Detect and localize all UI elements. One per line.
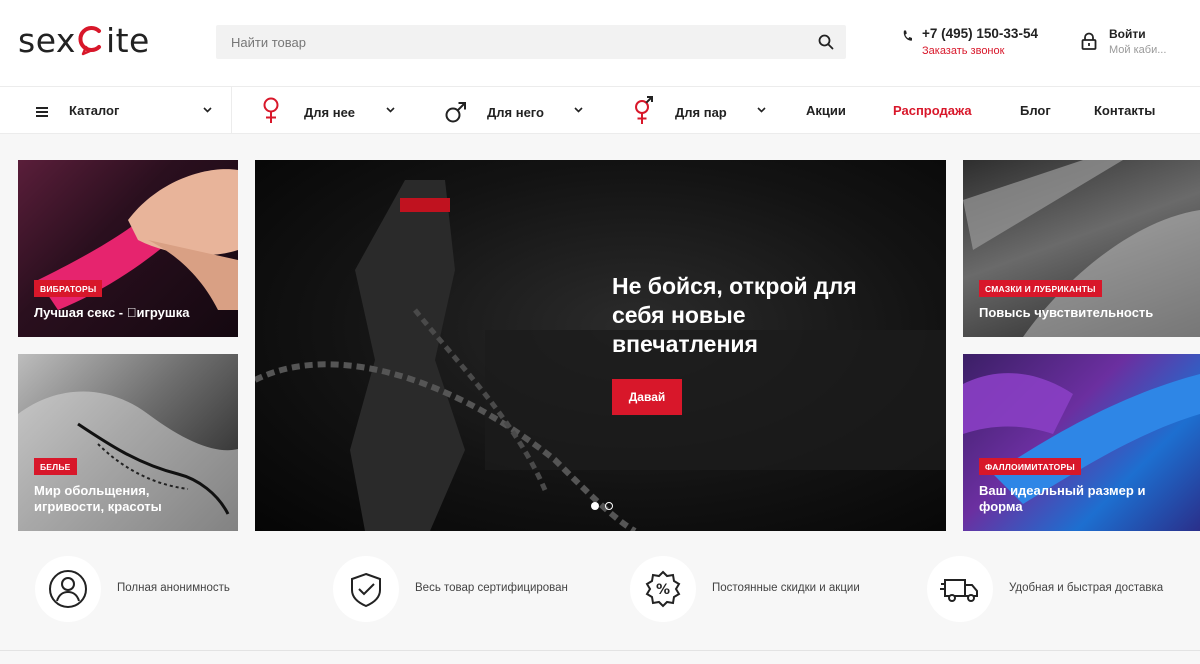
account-link[interactable]: Мой каби... xyxy=(1109,44,1166,56)
category-badge: Вибраторы xyxy=(34,280,103,297)
search-bar xyxy=(216,25,846,59)
nav-link-blog[interactable]: Блог xyxy=(1020,103,1051,118)
search-input[interactable] xyxy=(216,25,806,59)
slider-dot-active[interactable] xyxy=(591,502,599,510)
user-icon xyxy=(35,556,101,622)
hero-title: Не бойся, открой для себя новые впечатле… xyxy=(612,273,857,357)
nav-link-sale[interactable]: Распродажа xyxy=(893,103,972,118)
female-symbol-icon xyxy=(262,97,280,130)
nav-item-for-her[interactable]: Для нее xyxy=(258,87,408,133)
category-tile-dildos[interactable]: Фаллоимитаторы Ваш идеальный размер и фо… xyxy=(963,354,1200,531)
divider xyxy=(0,650,1200,651)
nav-item-for-couples[interactable]: Для пар xyxy=(630,87,775,133)
feature-text: Весь товар сертифицирован xyxy=(415,582,568,594)
lock-icon xyxy=(1080,32,1098,50)
login-link[interactable]: Войти xyxy=(1109,27,1146,41)
couple-symbol-icon xyxy=(632,96,656,131)
chevron-down-icon xyxy=(386,107,395,113)
chevron-down-icon xyxy=(203,107,212,113)
nav-label-for-her: Для нее xyxy=(304,105,356,120)
tile-caption: Лучшая секс -  игрушка xyxy=(34,305,190,320)
tile-caption: Повысь чувствительность xyxy=(979,305,1154,320)
category-badge: Смазки и лубриканты xyxy=(979,280,1102,297)
chevron-down-icon xyxy=(574,107,583,113)
phone-icon xyxy=(902,29,912,41)
catalog-menu-button[interactable]: Каталог xyxy=(0,87,232,133)
search-icon[interactable] xyxy=(818,34,834,50)
nav-item-for-him[interactable]: Для него xyxy=(440,87,590,133)
category-badge: Фаллоимитаторы xyxy=(979,458,1081,475)
site-header: sex ite +7 (495) 150-33-54 Заказать звон… xyxy=(0,0,1200,86)
percent-badge-icon: % xyxy=(630,556,696,622)
logo-c-mark-icon xyxy=(77,25,105,56)
category-tile-vibrators[interactable]: Вибраторы Лучшая секс -  игрушка xyxy=(18,160,238,337)
slider-dots xyxy=(591,502,621,512)
hero-cta-button[interactable]: Давай xyxy=(612,379,682,415)
callback-link[interactable]: Заказать звонок xyxy=(922,45,1004,57)
nav-link-contacts[interactable]: Контакты xyxy=(1094,103,1155,118)
features-strip: Полная анонимность Весь товар сертифицир… xyxy=(0,548,1200,632)
tile-caption: Ваш идеальный размер и форма xyxy=(979,483,1146,514)
tile-caption: Мир обольщения, игривости, красоты xyxy=(34,483,162,514)
male-symbol-icon xyxy=(444,100,468,129)
feature-text: Постоянные скидки и акции xyxy=(712,582,860,594)
category-badge: Белье xyxy=(34,458,77,475)
logo[interactable]: sex ite xyxy=(18,18,150,62)
shield-check-icon xyxy=(333,556,399,622)
category-tile-lingerie[interactable]: Белье Мир обольщения, игривости, красоты xyxy=(18,354,238,531)
chevron-down-icon xyxy=(757,107,766,113)
catalog-label: Каталог xyxy=(69,103,120,118)
category-tile-lubricants[interactable]: Смазки и лубриканты Повысь чувствительно… xyxy=(963,160,1200,337)
main-nav: Каталог Для нее Для него Для пар Акции Р… xyxy=(0,86,1200,134)
feature-text: Удобная и быстрая доставка xyxy=(1009,582,1164,594)
svg-text:%: % xyxy=(656,582,670,598)
nav-label-for-him: Для него xyxy=(487,105,544,120)
logo-text-prefix: sex xyxy=(18,20,76,60)
nav-label-for-couples: Для пар xyxy=(675,105,727,120)
nav-link-promo[interactable]: Акции xyxy=(806,103,846,118)
hero-slider: Не бойся, открой для себя новые впечатле… xyxy=(255,160,946,531)
logo-text-suffix: ite xyxy=(105,20,150,60)
feature-text: Полная анонимность xyxy=(117,582,230,594)
hamburger-icon xyxy=(36,104,48,117)
phone-number[interactable]: +7 (495) 150-33-54 xyxy=(922,26,1038,41)
slider-dot[interactable] xyxy=(605,502,613,510)
delivery-truck-icon xyxy=(927,556,993,622)
